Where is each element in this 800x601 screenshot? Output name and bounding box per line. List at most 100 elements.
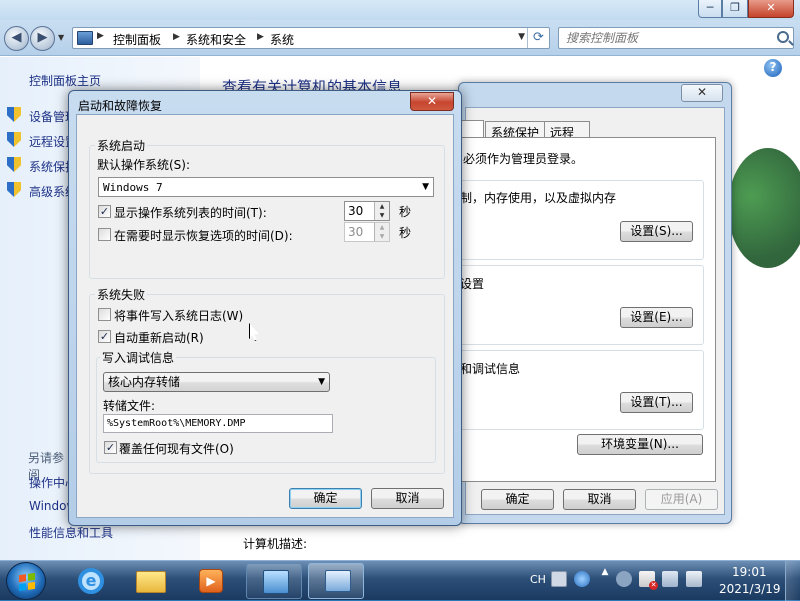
show-recovery-options-checkbox[interactable]: [98, 228, 111, 241]
debug-info-type-select[interactable]: 核心内存转储 ▼: [103, 372, 330, 392]
overwrite-existing-label: 覆盖任何现有文件(O): [119, 440, 234, 457]
taskbar-app-file-explorer[interactable]: [122, 563, 178, 599]
user-profiles-settings-button[interactable]: 设置(E)...: [620, 307, 693, 328]
refresh-icon[interactable]: ⟳: [527, 28, 549, 48]
dialog-ok-button[interactable]: 确定: [289, 488, 362, 509]
computer-description-label: 计算机描述:: [243, 535, 307, 552]
show-desktop-button[interactable]: [785, 561, 800, 601]
taskbar-app-control-panel[interactable]: [246, 563, 302, 599]
device-manager-link[interactable]: 设备管理器: [29, 108, 69, 125]
recent-pages-dropdown-icon[interactable]: ▼: [58, 33, 64, 42]
auto-restart-label: 自动重新启动(R): [114, 329, 204, 346]
dump-file-input[interactable]: %SystemRoot%\MEMORY.DMP: [103, 414, 333, 433]
write-event-log-checkbox[interactable]: [98, 308, 111, 321]
address-dropdown-icon[interactable]: ▼: [518, 32, 525, 42]
write-event-log-label: 将事件写入系统日志(W): [114, 307, 243, 324]
navigation-bar: ◀ ▶ ▼ ▶ 控制面板 ▶ 系统和安全 ▶ 系统 ▼ ⟳: [0, 20, 800, 56]
system-properties-close-button[interactable]: ✕: [681, 84, 723, 102]
close-button[interactable]: ✕: [748, 0, 794, 18]
maximize-button[interactable]: ❐: [722, 0, 748, 18]
shield-icon: [7, 182, 21, 197]
chevron-down-icon: ▼: [422, 178, 429, 196]
auto-restart-checkbox[interactable]: ✓: [98, 330, 111, 343]
chevron-right-icon[interactable]: ▶: [257, 32, 264, 42]
control-panel-home-link[interactable]: 控制面板主页: [29, 72, 101, 89]
folder-icon: [136, 571, 166, 593]
admin-note: 必须作为管理员登录。: [463, 150, 583, 167]
dialog-close-button[interactable]: ✕: [410, 92, 454, 111]
show-os-list-checkbox[interactable]: ✓: [98, 205, 111, 218]
media-player-icon: ▶: [199, 569, 223, 593]
breadcrumb-system[interactable]: 系统: [270, 31, 294, 48]
chevron-right-icon[interactable]: ▶: [97, 31, 104, 41]
advanced-system-settings-link[interactable]: 高级系统设置: [29, 183, 69, 200]
system-failure-group-label: 系统失败: [95, 286, 147, 303]
windows-update-link[interactable]: Windows Update: [29, 499, 69, 513]
taskbar: e ▶ CH ▲ 19:01 2021/3/19: [0, 560, 800, 600]
help-icon[interactable]: [574, 571, 590, 587]
control-panel-icon: [263, 570, 289, 594]
user-profiles-description: 设置: [460, 275, 484, 292]
chevron-down-icon: ▼: [318, 373, 325, 391]
show-recovery-seconds-spinner[interactable]: 30 ▲▼: [344, 222, 390, 242]
address-bar[interactable]: ▶ 控制面板 ▶ 系统和安全 ▶ 系统 ▼ ⟳: [72, 27, 550, 49]
system-properties-cancel-button[interactable]: 取消: [563, 489, 636, 510]
overwrite-existing-checkbox[interactable]: ✓: [104, 441, 117, 454]
clock-time[interactable]: 19:01: [732, 565, 767, 579]
system-properties-icon: [325, 570, 351, 592]
action-center-link[interactable]: 操作中心: [29, 474, 69, 491]
search-box[interactable]: [558, 27, 794, 49]
spinner-arrows-icon[interactable]: ▲▼: [374, 223, 389, 241]
dialog-cancel-button[interactable]: 取消: [371, 488, 444, 509]
help-icon[interactable]: ?: [764, 59, 782, 77]
search-icon[interactable]: [777, 31, 789, 43]
forward-button[interactable]: ▶: [30, 26, 55, 51]
shield-icon: [7, 132, 21, 147]
windows-logo-image: [728, 148, 800, 268]
taskbar-app-media-player[interactable]: ▶: [182, 563, 238, 599]
show-os-list-label: 显示操作系统列表的时间(T):: [114, 204, 267, 221]
performance-settings-button[interactable]: 设置(S)...: [620, 221, 693, 242]
search-input[interactable]: [559, 28, 769, 48]
performance-info-link[interactable]: 性能信息和工具: [29, 524, 113, 541]
chevron-right-icon[interactable]: ▶: [173, 32, 180, 42]
debug-info-group-label: 写入调试信息: [100, 349, 176, 366]
taskbar-app-internet-explorer[interactable]: e: [62, 563, 118, 599]
minimize-button[interactable]: ─: [698, 0, 722, 18]
shield-icon: [7, 107, 21, 122]
user-profiles-group: [458, 265, 704, 345]
show-recovery-options-label: 在需要时显示恢复选项的时间(D):: [114, 227, 293, 244]
dialog-title: 启动和故障恢复: [78, 97, 162, 114]
startup-recovery-settings-button[interactable]: 设置(T)...: [620, 392, 693, 413]
action-center-flag-icon[interactable]: [639, 571, 655, 587]
breadcrumb-control-panel[interactable]: 控制面板: [113, 31, 161, 48]
language-indicator[interactable]: CH: [530, 573, 546, 586]
volume-icon[interactable]: [686, 571, 702, 587]
dump-file-label: 转储文件:: [103, 397, 155, 414]
taskbar-app-system-properties[interactable]: [308, 563, 364, 599]
system-protection-link[interactable]: 系统保护: [29, 158, 69, 175]
default-os-value: Windows 7: [103, 181, 163, 194]
show-os-list-seconds-spinner[interactable]: 30 ▲▼: [344, 201, 390, 221]
network-icon[interactable]: [662, 571, 678, 587]
default-os-select[interactable]: Windows 7 ▼: [98, 177, 434, 197]
startup-recovery-description: 和调试信息: [460, 360, 520, 377]
spinner-arrows-icon[interactable]: ▲▼: [374, 202, 389, 220]
system-properties-apply-button[interactable]: 应用(A): [645, 489, 718, 510]
clock-date[interactable]: 2021/3/19: [719, 582, 781, 596]
show-os-list-seconds-value: 30: [348, 204, 363, 218]
show-hidden-icons-icon[interactable]: ▲: [598, 567, 612, 583]
environment-variables-button[interactable]: 环境变量(N)...: [577, 434, 703, 455]
control-panel-icon: [77, 31, 93, 45]
system-properties-ok-button[interactable]: 确定: [481, 489, 554, 510]
breadcrumb-system-security[interactable]: 系统和安全: [186, 31, 246, 48]
settings-icon[interactable]: [616, 571, 632, 587]
windows-flag-icon: [19, 573, 35, 591]
default-os-label: 默认操作系统(S):: [97, 156, 190, 173]
keyboard-icon[interactable]: [551, 571, 567, 587]
back-button[interactable]: ◀: [4, 26, 29, 51]
seconds-unit-label: 秒: [399, 203, 411, 220]
remote-settings-link[interactable]: 远程设置: [29, 133, 69, 150]
start-button[interactable]: [6, 562, 46, 600]
system-startup-group-label: 系统启动: [95, 137, 147, 154]
